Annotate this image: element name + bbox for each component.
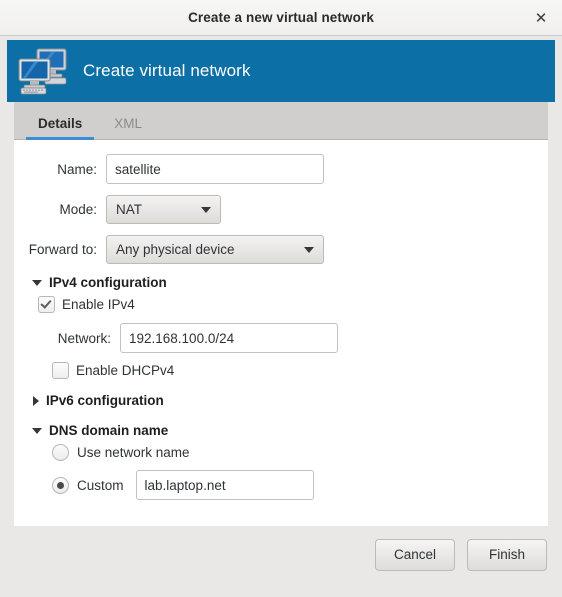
computers-icon (17, 46, 69, 96)
forward-label: Forward to: (28, 242, 97, 257)
enable-dhcpv4-label: Enable DHCPv4 (76, 363, 175, 378)
tab-xml[interactable]: XML (98, 116, 158, 140)
banner-title: Create virtual network (83, 61, 251, 80)
network-row: Network: (14, 323, 548, 353)
ipv4-section-label: IPv4 configuration (49, 275, 167, 290)
mode-row: Mode: NAT (14, 195, 548, 224)
mode-dropdown[interactable]: NAT (106, 195, 221, 224)
ipv6-section-label: IPv6 configuration (46, 393, 164, 408)
enable-ipv4-checkbox-row[interactable]: Enable IPv4 (38, 296, 548, 313)
custom-domain-input[interactable] (135, 470, 314, 500)
forward-value: Any physical device (116, 242, 235, 257)
dns-section-label: DNS domain name (49, 423, 169, 438)
name-input[interactable] (106, 154, 324, 184)
tabstrip: Details XML (14, 102, 548, 140)
ipv4-section-expander[interactable]: IPv4 configuration (32, 275, 548, 290)
tab-details[interactable]: Details (22, 116, 98, 140)
use-network-name-radio[interactable] (52, 444, 69, 461)
titlebar: Create a new virtual network ✕ (0, 0, 562, 36)
enable-ipv4-label: Enable IPv4 (62, 297, 135, 312)
mode-label: Mode: (59, 202, 97, 217)
custom-radio[interactable] (52, 476, 69, 494)
name-label: Name: (57, 161, 97, 177)
finish-button[interactable]: Finish (467, 538, 547, 571)
triangle-right-icon (33, 395, 39, 406)
use-network-name-label: Use network name (77, 445, 190, 460)
chevron-down-icon (201, 206, 211, 213)
details-panel: Name: Mode: NAT Forward to: Any physical… (14, 140, 548, 526)
forward-row: Forward to: Any physical device (14, 235, 548, 264)
triangle-down-icon (32, 279, 42, 286)
network-input[interactable] (120, 323, 338, 353)
custom-radio-row[interactable]: Custom (52, 470, 548, 500)
dns-section-expander[interactable]: DNS domain name (32, 423, 548, 438)
content-area: Details XML Name: Mode: NAT Forward to: … (0, 102, 562, 526)
custom-label: Custom (77, 477, 124, 493)
cancel-button[interactable]: Cancel (374, 538, 455, 571)
enable-dhcpv4-checkbox-row[interactable]: Enable DHCPv4 (52, 362, 548, 379)
forward-dropdown[interactable]: Any physical device (106, 235, 324, 264)
use-network-name-radio-row[interactable]: Use network name (52, 444, 548, 461)
chevron-down-icon (304, 246, 314, 253)
header-banner: Create virtual network (7, 40, 555, 102)
name-row: Name: (14, 154, 548, 184)
enable-ipv4-checkbox[interactable] (38, 296, 55, 313)
mode-value: NAT (116, 202, 142, 217)
triangle-down-icon (32, 427, 42, 434)
enable-dhcpv4-checkbox[interactable] (52, 362, 69, 379)
ipv6-section-expander[interactable]: IPv6 configuration (32, 393, 548, 408)
banner-wrap: Create virtual network (0, 36, 562, 102)
footer: Cancel Finish (0, 526, 562, 583)
close-icon[interactable]: ✕ (528, 5, 554, 31)
network-label: Network: (57, 330, 111, 346)
window-title: Create a new virtual network (188, 10, 374, 25)
